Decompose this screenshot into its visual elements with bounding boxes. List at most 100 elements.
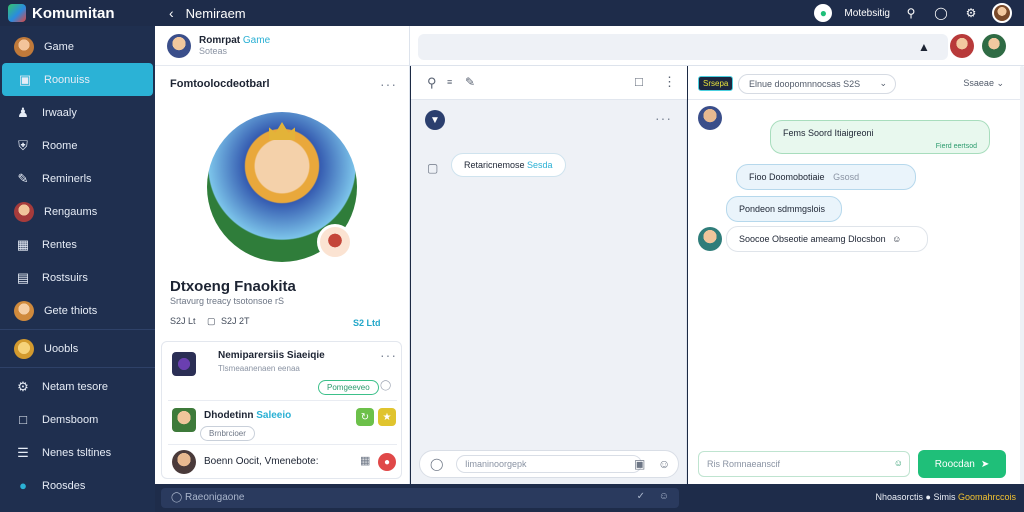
lock-icon: ▢: [207, 316, 216, 326]
channel-tag[interactable]: Srsepa: [698, 76, 734, 91]
chevron-down-icon: ⌄: [879, 78, 887, 88]
avatar[interactable]: [982, 34, 1006, 58]
settings-icon[interactable]: ⚙: [962, 4, 980, 22]
sidebar-item-label: Uoobls: [44, 342, 79, 355]
avatar[interactable]: [698, 106, 722, 130]
chat-compose-input[interactable]: Ris Romnaeanscif ☺: [698, 451, 910, 477]
sidebar-item[interactable]: ⚙ Netam tesore: [0, 370, 155, 403]
send-label: Roocdan: [934, 458, 975, 470]
avatar[interactable]: [698, 227, 722, 251]
message-text: Soocoe Obseotie ameamg Dlocsbon: [739, 234, 886, 244]
sidebar-item[interactable]: □ Demsboom: [0, 403, 155, 436]
app-name: Komumitan: [32, 4, 115, 22]
more-icon[interactable]: ···: [380, 76, 397, 92]
sidebar-item[interactable]: ▦ Rentes: [0, 228, 155, 261]
filter-select[interactable]: Ssaeae ⌄: [963, 78, 1004, 89]
bottom-field-icon: ◯: [171, 492, 183, 503]
compose-field[interactable]: Iimaninoorgepk: [456, 455, 642, 473]
divider: [168, 444, 397, 445]
app-window: Komumitan ‹ Nemiraem ● Motebsitig ⚲ ◯ ⚙ …: [0, 0, 1024, 512]
bottom-input[interactable]: ◯ Raeonigaone ✓ ☺: [161, 488, 679, 508]
search-icon[interactable]: ⚲: [902, 4, 920, 22]
emoji-icon[interactable]: ☺: [659, 491, 669, 502]
info-icon[interactable]: ◯: [380, 380, 391, 391]
sidebar-item[interactable]: Rengaums: [0, 195, 155, 228]
brand[interactable]: Komumitan: [0, 4, 155, 22]
kebab-icon[interactable]: ⋮: [663, 74, 676, 90]
list-item[interactable]: Nemiparersiis Siaeiqie Tlsmeaanenaen een…: [162, 342, 401, 400]
sidebar-item[interactable]: ▤ Rostsuirs: [0, 261, 155, 294]
share-icon[interactable]: ✓: [637, 491, 645, 502]
sidebar-item-label: Demsboom: [42, 413, 99, 426]
status-pill[interactable]: Pomgeeveo: [318, 380, 379, 395]
filter-icon[interactable]: ≡: [447, 77, 452, 87]
top-bar: Komumitan ‹ Nemiraem ● Motebsitig ⚲ ◯ ⚙: [0, 0, 1024, 26]
avatar: [14, 36, 34, 57]
avatar: [172, 408, 196, 432]
sidebar-item[interactable]: ♟ Irwaaly: [0, 96, 155, 129]
bell-icon[interactable]: ▲: [918, 40, 930, 54]
sidebar-item[interactable]: ● Roosdes: [0, 469, 155, 502]
avatar: [14, 201, 34, 222]
send-button[interactable]: Roocdan ➤: [918, 450, 1006, 478]
avatar: [14, 338, 34, 359]
pencil-icon: ✎: [17, 170, 29, 186]
star-icon[interactable]: ★: [378, 408, 396, 426]
compose-input[interactable]: ◯ Iimaninoorgepk ▣ ☺: [419, 450, 679, 478]
user-avatar[interactable]: [992, 3, 1012, 23]
tag-pill[interactable]: Brnbrcioer: [200, 426, 255, 441]
sidebar-item[interactable]: ☰ Nenes tsltines: [0, 436, 155, 469]
sidebar-item-label: Netam tesore: [42, 380, 109, 393]
sidebar-divider: [0, 367, 155, 368]
image-icon[interactable]: ▣: [634, 457, 645, 471]
emoji-icon[interactable]: ☺: [894, 458, 903, 468]
sidebar-item-label: Roosdes: [42, 479, 86, 492]
emoji-icon: ☺: [892, 234, 902, 244]
notification-icon[interactable]: ◯: [932, 4, 950, 22]
list-item[interactable]: Dhodetinn Saleeio Brnbrcioer ↻ ★: [162, 402, 401, 444]
inbox-icon: □: [19, 412, 27, 427]
chat-bubble[interactable]: Retaricnemose Sesda: [451, 153, 566, 177]
sidebar-item-active[interactable]: ▣ Roonuiss: [2, 63, 153, 96]
edit-icon[interactable]: ✎: [465, 75, 475, 89]
help-icon: ●: [19, 478, 27, 493]
message-text: Fems Soord Itiaigreoni: [783, 128, 874, 138]
more-icon[interactable]: ···: [380, 347, 397, 363]
profile-header: Romrpat Game Soteas: [155, 26, 409, 66]
search-input[interactable]: [418, 34, 948, 60]
bottom-bar: ◯ Raeonigaone ✓ ☺ Nhoasorctis ● Simis Go…: [155, 484, 1024, 512]
chat-message[interactable]: Fems Soord Itiaigreoni Fierd eertsod: [770, 120, 990, 154]
list-icon: ☰: [17, 444, 29, 460]
header-title: Romrpat Game: [199, 35, 271, 46]
avatar[interactable]: [317, 224, 353, 260]
back-arrow-icon[interactable]: ‹: [169, 5, 174, 21]
emoji-icon[interactable]: ☺: [658, 457, 670, 471]
sidebar-item[interactable]: Gete thiots: [0, 294, 155, 327]
sidebar-item-game[interactable]: Game: [0, 30, 155, 63]
sidebar-divider: [0, 329, 155, 330]
sidebar-item[interactable]: ✎ Reminerls: [0, 162, 155, 195]
sidebar-item[interactable]: Uoobls: [0, 332, 155, 365]
list-item[interactable]: Boenn Oocit, Vmenebote: ▦ ●: [162, 446, 401, 478]
chat-message[interactable]: Soocoe Obseotie ameamg Dlocsbon ☺: [726, 226, 928, 252]
sidebar-item-label: Gete thiots: [44, 304, 98, 317]
search-icon[interactable]: ⚲: [427, 75, 437, 91]
avatar[interactable]: [950, 34, 974, 58]
card-title: Nemiparersiis Siaeiqie: [218, 350, 325, 361]
chat-message[interactable]: Pondeon sdmmgslois: [726, 196, 842, 222]
scrollbar[interactable]: [1020, 66, 1024, 484]
attach-icon[interactable]: ◯: [430, 457, 443, 471]
sidebar-item[interactable]: ⛨ Roome: [0, 129, 155, 162]
channel-select[interactable]: Elnue doopomnnocsas S2S ⌄: [738, 74, 896, 94]
grid-icon[interactable]: ▦: [360, 454, 370, 467]
sidebar-item-label: Game: [44, 40, 74, 53]
sidebar-item-label: Rostsuirs: [42, 271, 88, 284]
avatar[interactable]: [167, 33, 191, 58]
pin-icon[interactable]: ▼: [425, 110, 445, 130]
record-icon[interactable]: ●: [378, 453, 396, 471]
chat-message[interactable]: Fioo Doomobotiaie Gsosd: [736, 164, 916, 190]
window-icon[interactable]: □: [635, 74, 643, 89]
more-icon[interactable]: ···: [655, 110, 672, 126]
refresh-icon[interactable]: ↻: [356, 408, 374, 426]
shield-icon: ⛨: [18, 137, 28, 153]
